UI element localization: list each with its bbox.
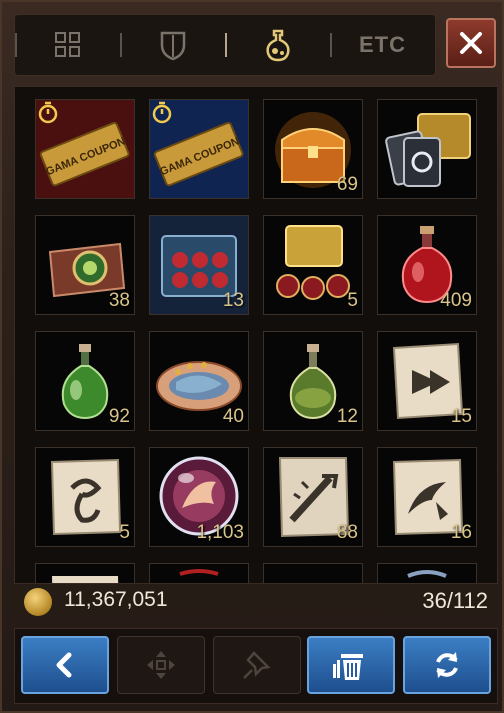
tab-etc-label: ETC [359,32,406,57]
close-button[interactable] [446,18,496,68]
discard-button[interactable] [307,636,395,694]
potion-icon [265,29,290,62]
back-button[interactable] [21,636,109,694]
item-quantity: 38 [108,290,130,311]
timer-icon [38,101,58,124]
pin-button[interactable] [213,636,301,694]
item-quantity: 13 [222,290,244,311]
inventory-window: ETC GAMA COUPON GAMA COUPON 69 38 13 5 4… [0,0,504,713]
item-slot-emerald-emblem-chest[interactable]: 38 [35,215,135,315]
item-quantity: 88 [336,522,358,543]
tab-separator [330,33,332,57]
shield-icon [160,31,185,61]
refresh-icon [436,652,458,678]
item-quantity: 5 [119,522,130,543]
item-slot-gama-coupon-blue[interactable]: GAMA COUPON [149,99,249,199]
item-slot-scroll-scythe[interactable]: 16 [377,447,477,547]
action-bar [14,628,498,704]
item-slot-partial[interactable] [263,563,363,583]
item-quantity: 409 [440,290,472,311]
item-slot-partial[interactable] [149,563,249,583]
item-slot-scroll-rune[interactable]: 5 [35,447,135,547]
move-button[interactable] [117,636,205,694]
pin-icon [243,651,271,679]
tab-separator [15,33,17,57]
item-slot-scroll-arrow[interactable]: 15 [377,331,477,431]
item-slot-elixir-bottle[interactable]: 12 [263,331,363,431]
item-slot-dragon-orb[interactable]: 1,103 [149,447,249,547]
item-slot-potion-crate[interactable]: 13 [149,215,249,315]
item-quantity: 16 [450,522,472,543]
item-partial-icon [179,569,219,576]
tab-equipment[interactable] [120,15,225,75]
item-quantity: 1,103 [196,522,244,543]
item-slot-partial[interactable] [377,563,477,583]
chevron-left-icon [56,652,72,678]
card-chest-icon [385,113,471,187]
close-icon [460,32,482,54]
trash-icon [333,654,363,680]
item-slot-chest-with-cards[interactable] [377,99,477,199]
scroll-icon [52,576,119,583]
tab-consumables[interactable] [225,15,330,75]
item-slot-red-potion[interactable]: 409 [377,215,477,315]
item-quantity: 92 [108,406,130,427]
tab-separator [225,33,227,57]
item-slot-fish-dish[interactable]: 40 [149,331,249,431]
item-partial-icon [407,570,447,578]
gold-amount: 11,367,051 [64,588,168,611]
inventory-capacity: 36/112 [422,588,488,613]
item-quantity: 5 [347,290,358,311]
tab-etc[interactable]: ETC [330,15,435,75]
item-grid: GAMA COUPON GAMA COUPON 69 38 13 5 409 9… [14,86,498,584]
tab-separator [120,33,122,57]
grid-icon [54,32,80,57]
timer-icon [152,101,172,124]
item-quantity: 40 [222,406,244,427]
category-tabs: ETC [14,14,436,76]
tab-all[interactable] [15,15,120,75]
move-icon [147,651,175,679]
item-slot-gama-coupon-red[interactable]: GAMA COUPON [35,99,135,199]
item-slot-gold-chest-with-orbs[interactable]: 5 [263,215,363,315]
item-quantity: 12 [336,406,358,427]
refresh-button[interactable] [403,636,491,694]
item-slot-orange-treasure-chest[interactable]: 69 [263,99,363,199]
inventory-footer: 11,367,051 36/112 [14,582,496,620]
item-quantity: 69 [336,174,358,195]
item-quantity: 15 [450,406,472,427]
gold-coin-icon [24,588,52,616]
item-slot-scroll-sword[interactable]: 88 [263,447,363,547]
item-slot-partial[interactable] [35,563,135,583]
item-slot-green-potion[interactable]: 92 [35,331,135,431]
